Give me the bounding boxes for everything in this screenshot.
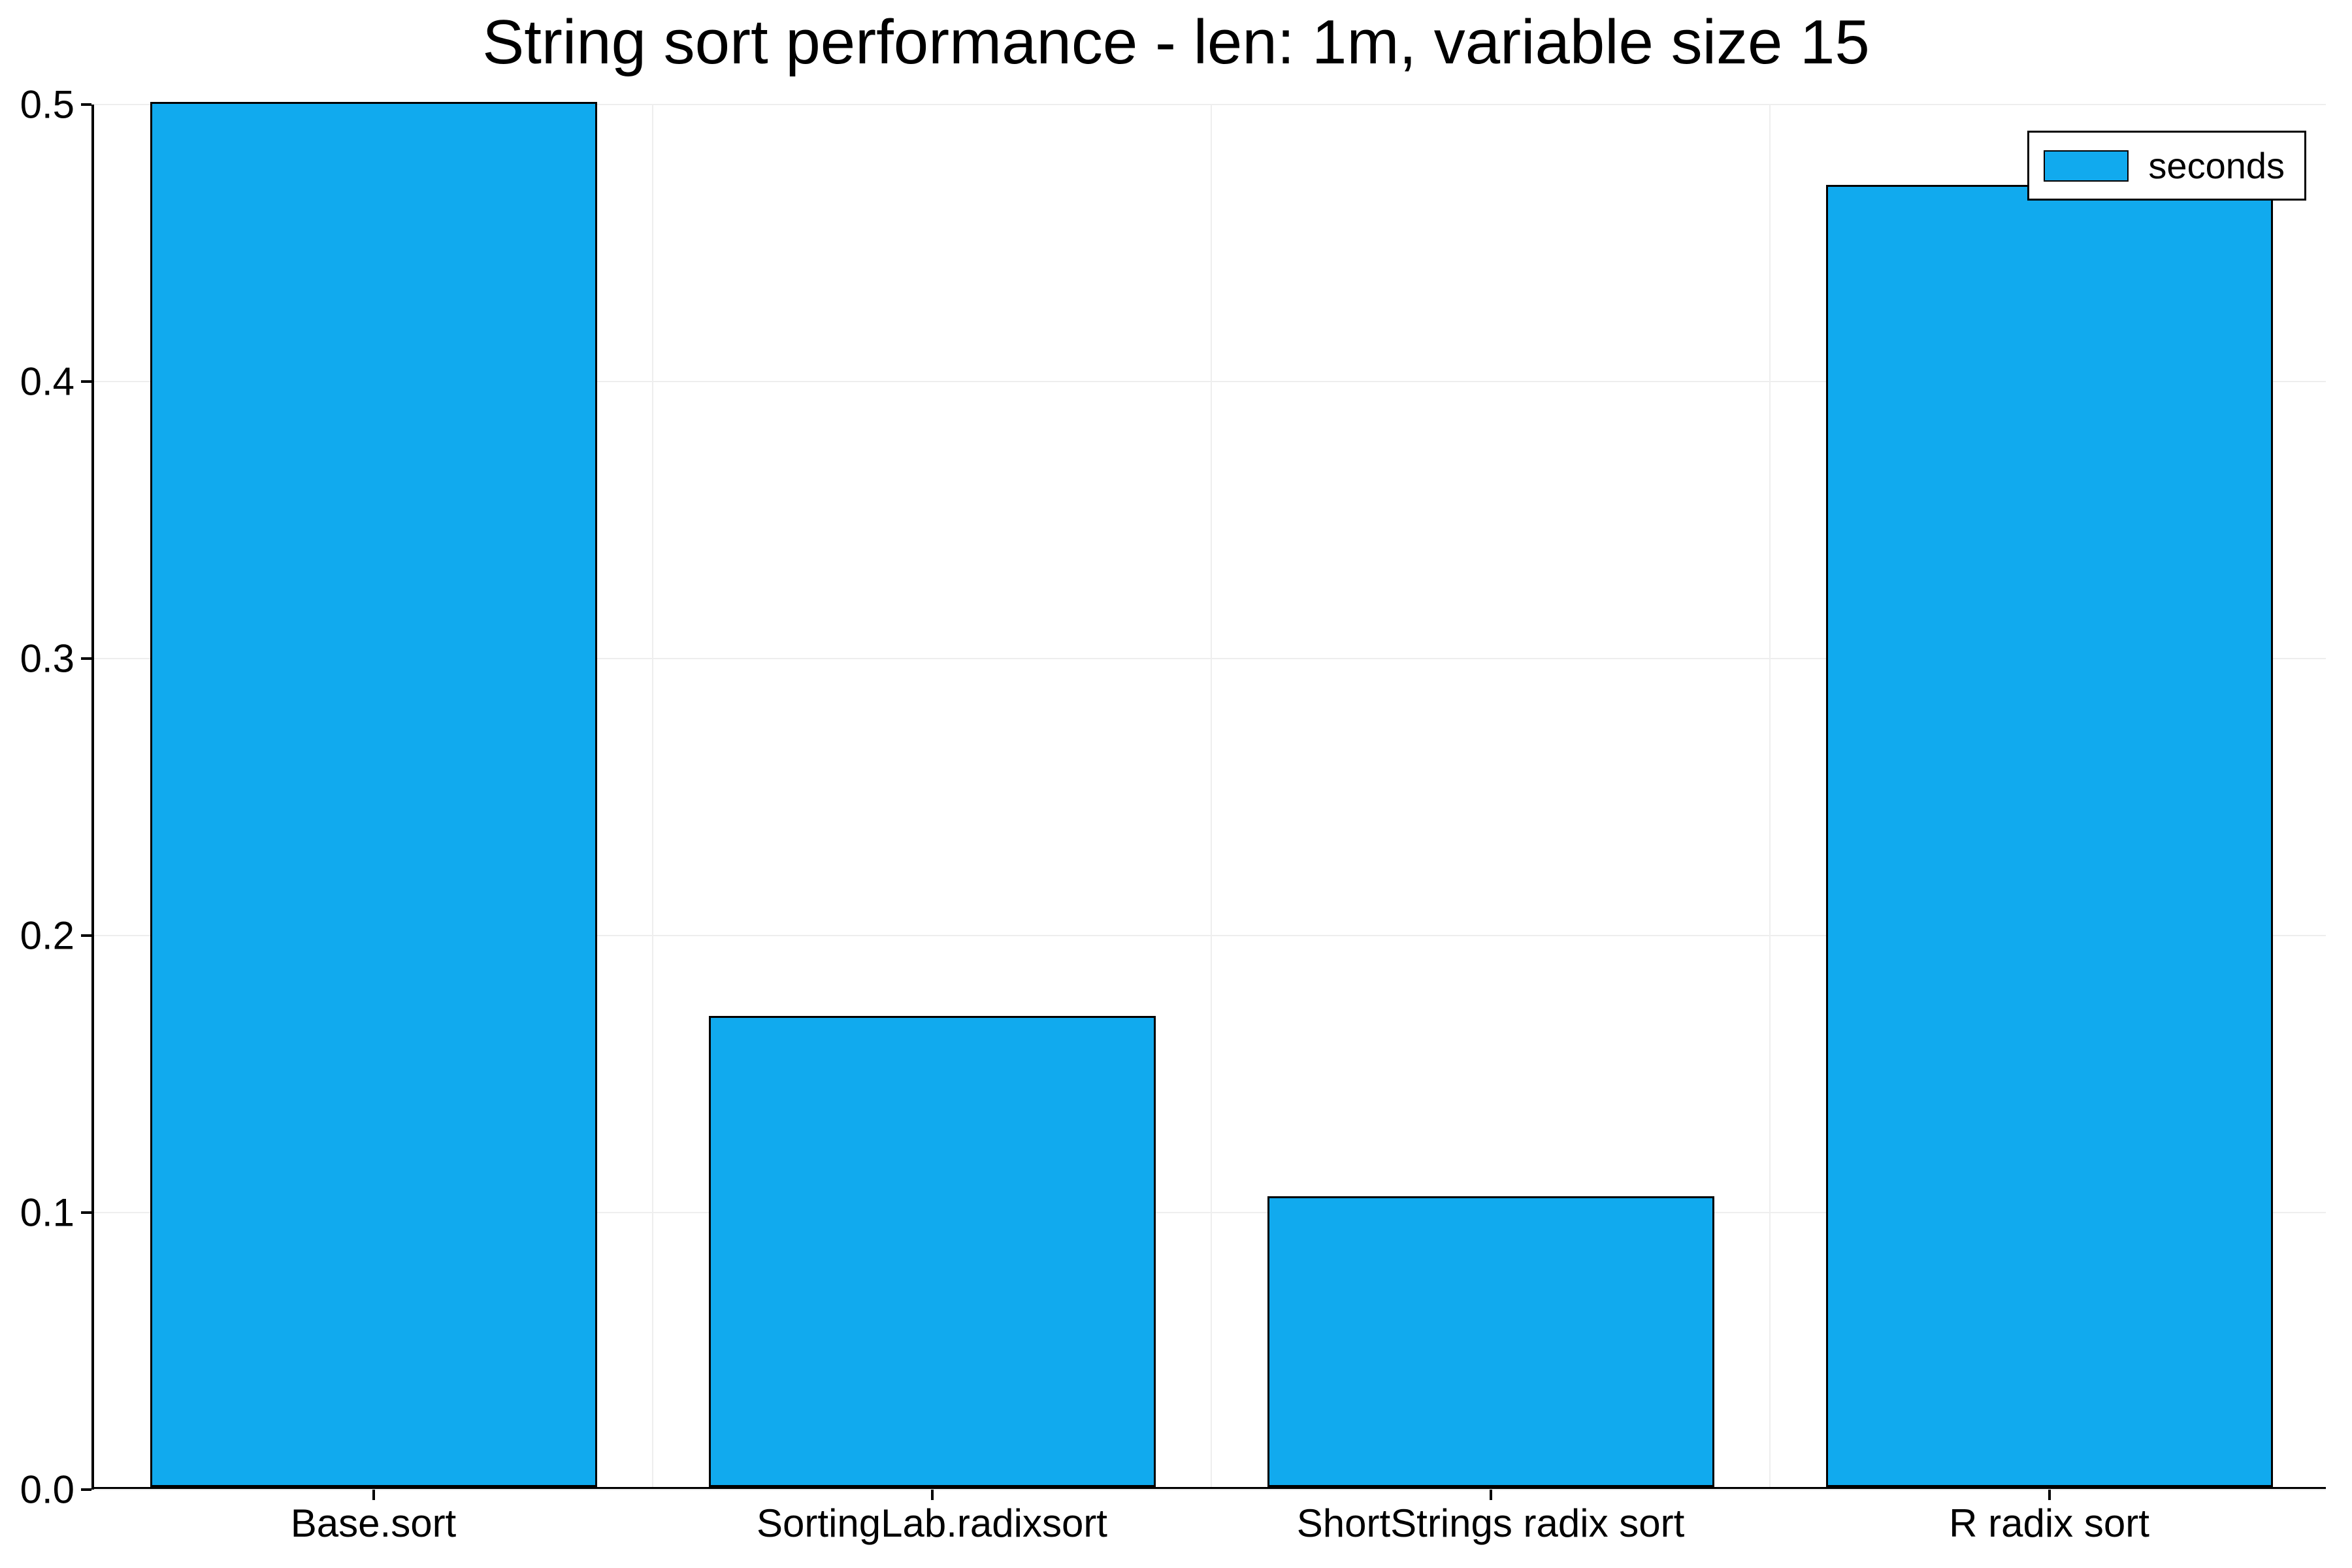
x-tick-label: Base.sort xyxy=(291,1501,456,1546)
bar xyxy=(709,1016,1156,1487)
y-tick xyxy=(81,380,91,383)
x-tick xyxy=(2048,1490,2051,1500)
x-tick xyxy=(1490,1490,1492,1500)
legend-swatch xyxy=(2044,150,2129,182)
y-tick-label: 0.2 xyxy=(9,913,74,958)
y-tick xyxy=(81,657,91,660)
x-tick-label: R radix sort xyxy=(1949,1501,2149,1546)
legend: seconds xyxy=(2027,131,2306,201)
y-tick xyxy=(81,934,91,937)
chart-title: String sort performance - len: 1m, varia… xyxy=(0,7,2352,78)
bar xyxy=(1826,185,2273,1487)
x-tick-label: SortingLab.radixsort xyxy=(757,1501,1107,1546)
bar xyxy=(150,102,597,1487)
y-tick xyxy=(81,1488,91,1491)
grid-line-h xyxy=(94,1489,2326,1490)
y-tick-label: 0.3 xyxy=(9,636,74,681)
legend-label: seconds xyxy=(2148,144,2285,187)
grid-line-v xyxy=(1769,105,1771,1487)
x-tick xyxy=(931,1490,934,1500)
y-tick-label: 0.4 xyxy=(9,359,74,404)
y-tick xyxy=(81,103,91,106)
grid-line-v xyxy=(1211,105,1212,1487)
chart-container: String sort performance - len: 1m, varia… xyxy=(0,0,2352,1568)
plot-area: 0.00.10.20.30.40.5Base.sortSortingLab.ra… xyxy=(91,105,2326,1490)
grid-line-v xyxy=(652,105,653,1487)
y-tick xyxy=(81,1211,91,1214)
x-tick-label: ShortStrings radix sort xyxy=(1297,1501,1685,1546)
bar xyxy=(1267,1196,1714,1487)
x-tick xyxy=(372,1490,375,1500)
y-tick-label: 0.1 xyxy=(9,1190,74,1235)
y-tick-label: 0.0 xyxy=(9,1467,74,1512)
y-tick-label: 0.5 xyxy=(9,82,74,127)
